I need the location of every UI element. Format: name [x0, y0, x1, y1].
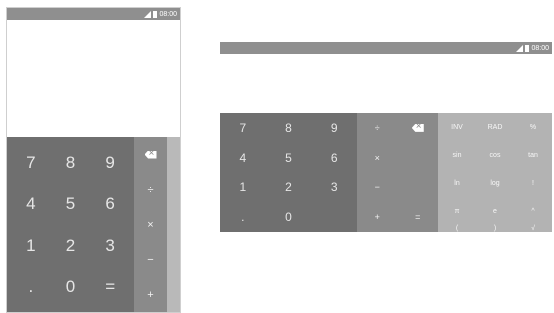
key-minus[interactable]: − — [357, 173, 398, 203]
key-6[interactable]: 6 — [90, 184, 130, 226]
status-bar: 08:00 — [220, 42, 552, 54]
operator-panel: ÷ × − + = — [357, 113, 438, 232]
key-inv[interactable]: INV — [438, 113, 476, 141]
key-equals[interactable]: = — [90, 267, 130, 309]
status-bar: 08:00 — [7, 8, 180, 20]
key-8[interactable]: 8 — [266, 113, 312, 143]
key-empty — [398, 173, 439, 203]
key-plus[interactable]: + — [134, 277, 167, 312]
key-9[interactable]: 9 — [90, 142, 130, 184]
key-sqrt[interactable]: √ — [514, 225, 552, 232]
key-pi[interactable]: π — [438, 197, 476, 225]
backspace-icon — [144, 150, 157, 159]
key-9[interactable]: 9 — [311, 113, 357, 143]
key-equals[interactable]: = — [398, 202, 439, 232]
key-e[interactable]: e — [476, 197, 514, 225]
key-multiply[interactable]: × — [357, 143, 398, 173]
key-7[interactable]: 7 — [11, 142, 51, 184]
key-4[interactable]: 4 — [220, 143, 266, 173]
key-power[interactable]: ^ — [514, 197, 552, 225]
key-4[interactable]: 4 — [11, 184, 51, 226]
key-minus[interactable]: − — [134, 242, 167, 277]
key-percent[interactable]: % — [514, 113, 552, 141]
key-close-paren[interactable]: ) — [476, 225, 514, 232]
key-5[interactable]: 5 — [266, 143, 312, 173]
key-3[interactable]: 3 — [90, 225, 130, 267]
key-1[interactable]: 1 — [220, 173, 266, 203]
battery-icon — [525, 44, 530, 52]
calculator-display — [220, 54, 552, 113]
key-log[interactable]: log — [476, 169, 514, 197]
landscape-calculator: 08:00 7 8 9 4 5 6 1 2 3 . 0 ÷ × − + = IN… — [220, 42, 552, 232]
digit-keypad: 7 8 9 4 5 6 1 2 3 . 0 = — [7, 137, 134, 312]
key-3[interactable]: 3 — [311, 173, 357, 203]
battery-icon — [153, 10, 158, 18]
key-divide[interactable]: ÷ — [357, 113, 398, 143]
key-tan[interactable]: tan — [514, 141, 552, 169]
key-divide[interactable]: ÷ — [134, 172, 167, 207]
status-time: 08:00 — [531, 44, 549, 52]
key-5[interactable]: 5 — [51, 184, 91, 226]
key-1[interactable]: 1 — [11, 225, 51, 267]
delete-button[interactable] — [134, 137, 167, 172]
key-6[interactable]: 6 — [311, 143, 357, 173]
backspace-icon — [411, 123, 424, 132]
signal-icon — [516, 44, 524, 52]
key-7[interactable]: 7 — [220, 113, 266, 143]
key-plus[interactable]: + — [357, 202, 398, 232]
signal-icon — [144, 10, 152, 18]
key-decimal[interactable]: . — [11, 267, 51, 309]
portrait-calculator: 08:00 7 8 9 4 5 6 1 2 3 . 0 = ÷ × − + — [6, 7, 181, 313]
status-time: 08:00 — [159, 10, 177, 18]
key-cos[interactable]: cos — [476, 141, 514, 169]
key-0[interactable]: 0 — [266, 202, 312, 232]
key-rad[interactable]: RAD — [476, 113, 514, 141]
key-empty — [311, 202, 357, 232]
key-open-paren[interactable]: ( — [438, 225, 476, 232]
key-2[interactable]: 2 — [266, 173, 312, 203]
key-multiply[interactable]: × — [134, 207, 167, 242]
scientific-panel: INV RAD % sin cos tan ln log ! π e ^ ( )… — [438, 113, 552, 232]
key-ln[interactable]: ln — [438, 169, 476, 197]
key-decimal[interactable]: . — [220, 202, 266, 232]
key-empty — [398, 143, 439, 173]
operator-panel: ÷ × − + — [134, 137, 167, 312]
delete-button[interactable] — [398, 113, 439, 143]
key-factorial[interactable]: ! — [514, 169, 552, 197]
key-2[interactable]: 2 — [51, 225, 91, 267]
digit-keypad: 7 8 9 4 5 6 1 2 3 . 0 — [220, 113, 357, 232]
advanced-panel-handle[interactable] — [167, 137, 180, 312]
calculator-display — [7, 20, 180, 137]
key-0[interactable]: 0 — [51, 267, 91, 309]
key-sin[interactable]: sin — [438, 141, 476, 169]
key-8[interactable]: 8 — [51, 142, 91, 184]
